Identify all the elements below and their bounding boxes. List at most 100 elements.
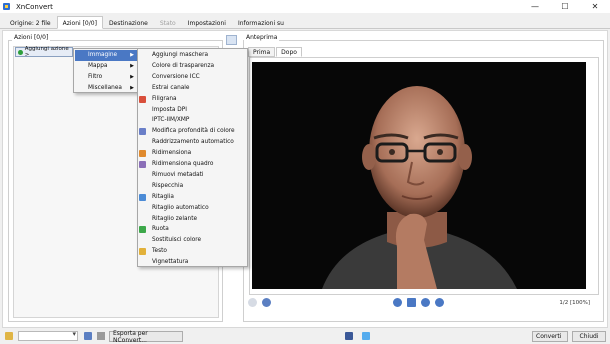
close-window-button[interactable]: ✕ [580,0,610,13]
tab-stato[interactable]: Stato [154,16,182,29]
submenu-arrow-icon: ▶ [130,52,134,58]
zoom-in-icon[interactable] [393,298,402,307]
tab-dopo[interactable]: Dopo [276,47,302,57]
minimize-button[interactable]: — [520,0,550,13]
tab-impostazioni[interactable]: Impostazioni [182,16,232,29]
add-icon [18,49,23,55]
preview-tabs: Prima Dopo [248,47,303,57]
submenu-item[interactable]: Modifica profondità di colore [139,126,247,137]
maximize-button[interactable]: ☐ [550,0,580,13]
menu-item-label: Mappa [88,63,108,69]
menu-item-filtro[interactable]: Filtro ▶ [88,72,138,83]
tab-azioni[interactable]: Azioni [0/0] [56,16,103,29]
submenu-item[interactable]: Imposta DPI [152,105,247,116]
submenu-item[interactable]: Testo [139,246,247,257]
zoom-out-icon[interactable] [421,298,430,307]
facebook-icon[interactable] [345,332,353,340]
previous-arrow-icon[interactable] [248,298,257,307]
save-icon[interactable] [84,332,92,340]
fit-screen-icon[interactable] [407,298,416,307]
submenu-item[interactable]: Aggiungi maschera [152,50,247,61]
preview-photo [252,62,586,289]
submenu-item[interactable]: Estrai canale [152,83,247,94]
submenu-arrow-icon: ▶ [130,74,134,80]
submenu-item-label: Sostituisci colore [152,237,202,244]
image-actions-submenu: Aggiungi maschera Colore di trasparenza Co… [137,48,248,267]
main-tabs: Origine: 2 file Azioni [0/0] Destinazion… [0,15,610,29]
submenu-item[interactable]: Ridimensiona [139,148,247,159]
action-icon [139,161,146,168]
submenu-item[interactable]: Sostituisci colore [152,235,247,246]
add-action-menu: Immagine ▶ Mappa ▶ Filtro ▶ Miscellanea … [73,48,138,93]
submenu-item-label: IPTC-IIM/XMP [152,117,190,124]
export-nconvert-button[interactable]: Esporta per NConvert... [109,329,183,344]
submenu-item-label: Colore di trasparenza [152,62,215,69]
submenu-arrow-icon: ▶ [130,85,134,91]
submenu-item[interactable]: Colore di trasparenza [152,61,247,72]
preset-dropdown[interactable] [18,330,78,341]
twitter-icon[interactable] [362,332,370,340]
submenu-item[interactable]: Rimuovi metadati [152,170,247,181]
submenu-item[interactable]: Raddrizzamento automatico [152,137,247,148]
actions-group-label: Azioni [0/0] [12,34,51,41]
submenu-item-label: Rispecchia [152,182,184,189]
options-icon[interactable] [226,35,237,45]
convert-button[interactable]: Converti [532,331,568,342]
menu-item-mappa[interactable]: Mappa ▶ [88,61,138,72]
tab-destinazione[interactable]: Destinazione [103,16,154,29]
submenu-item-label: Raddrizzamento automatico [152,139,234,146]
submenu-item-label: Conversione ICC [152,73,200,80]
submenu-item-label: Filigrana [152,95,177,102]
submenu-item[interactable]: Conversione ICC [152,72,247,83]
menu-item-label: Miscellanea [88,85,122,91]
submenu-item-label: Rimuovi metadati [152,171,204,178]
tab-prima[interactable]: Prima [248,47,276,57]
submenu-item-label: Modifica profondità di colore [152,128,235,135]
submenu-item[interactable]: Ritaglio automatico [152,203,247,214]
convert-label: Converti [536,333,562,340]
submenu-item[interactable]: Ridimensiona quadro [139,159,247,170]
submenu-item[interactable]: Vignettatura [152,257,247,268]
submenu-item-label: Ritaglio zelante [152,215,198,222]
zoom-readout: 1/2 [100%] [559,300,590,306]
actual-size-icon[interactable] [435,298,444,307]
preview-group-label: Anteprima [244,34,280,41]
submenu-item[interactable]: Ruota [139,224,247,235]
submenu-item[interactable]: Rispecchia [152,181,247,192]
submenu-item-label: Ritaglio automatico [152,204,209,211]
close-label: Chiudi [579,333,599,340]
menu-item-label: Immagine [88,52,118,58]
submenu-item-label: Ridimensiona [152,150,192,157]
add-action-button[interactable]: Aggiungi azione > [15,46,73,58]
title-bar: XnConvert — ☐ ✕ [0,0,610,13]
submenu-item[interactable]: Filigrana [139,94,247,105]
menu-item-label: Filtro [88,74,103,80]
submenu-item-label: Aggiungi maschera [152,52,208,58]
export-nconvert-label: Esporta per NConvert... [113,329,148,344]
action-icon [139,128,146,136]
folder-icon[interactable] [5,332,13,340]
delete-icon[interactable] [97,332,105,340]
action-icon [139,193,146,201]
submenu-item[interactable]: Ritaglio zelante [152,214,247,225]
action-icon [139,150,146,158]
tab-origine[interactable]: Origine: 2 file [4,16,57,29]
add-action-label: Aggiungi azione > [24,46,69,58]
submenu-item-label: Ritaglia [152,193,174,200]
menu-item-immagine[interactable]: Immagine ▶ [75,50,138,61]
action-icon [139,95,146,103]
menu-item-miscellanea[interactable]: Miscellanea ▶ [88,83,138,94]
submenu-item[interactable]: Ritaglia [139,192,247,203]
submenu-item[interactable]: IPTC-IIM/XMP [152,115,247,126]
submenu-arrow-icon: ▶ [130,63,134,69]
window-controls: — ☐ ✕ [520,0,610,13]
close-button[interactable]: Chiudi [572,331,606,342]
bottom-bar: Esporta per NConvert... Converti Chiudi [0,329,610,344]
submenu-item-label: Testo [152,248,167,255]
app-logo-icon [3,3,10,10]
action-icon [139,226,146,234]
tab-informazioni[interactable]: Informazioni su [232,16,290,29]
submenu-item-label: Vignettatura [152,259,189,266]
next-arrow-icon[interactable] [262,298,271,307]
window-title: XnConvert [16,2,53,11]
